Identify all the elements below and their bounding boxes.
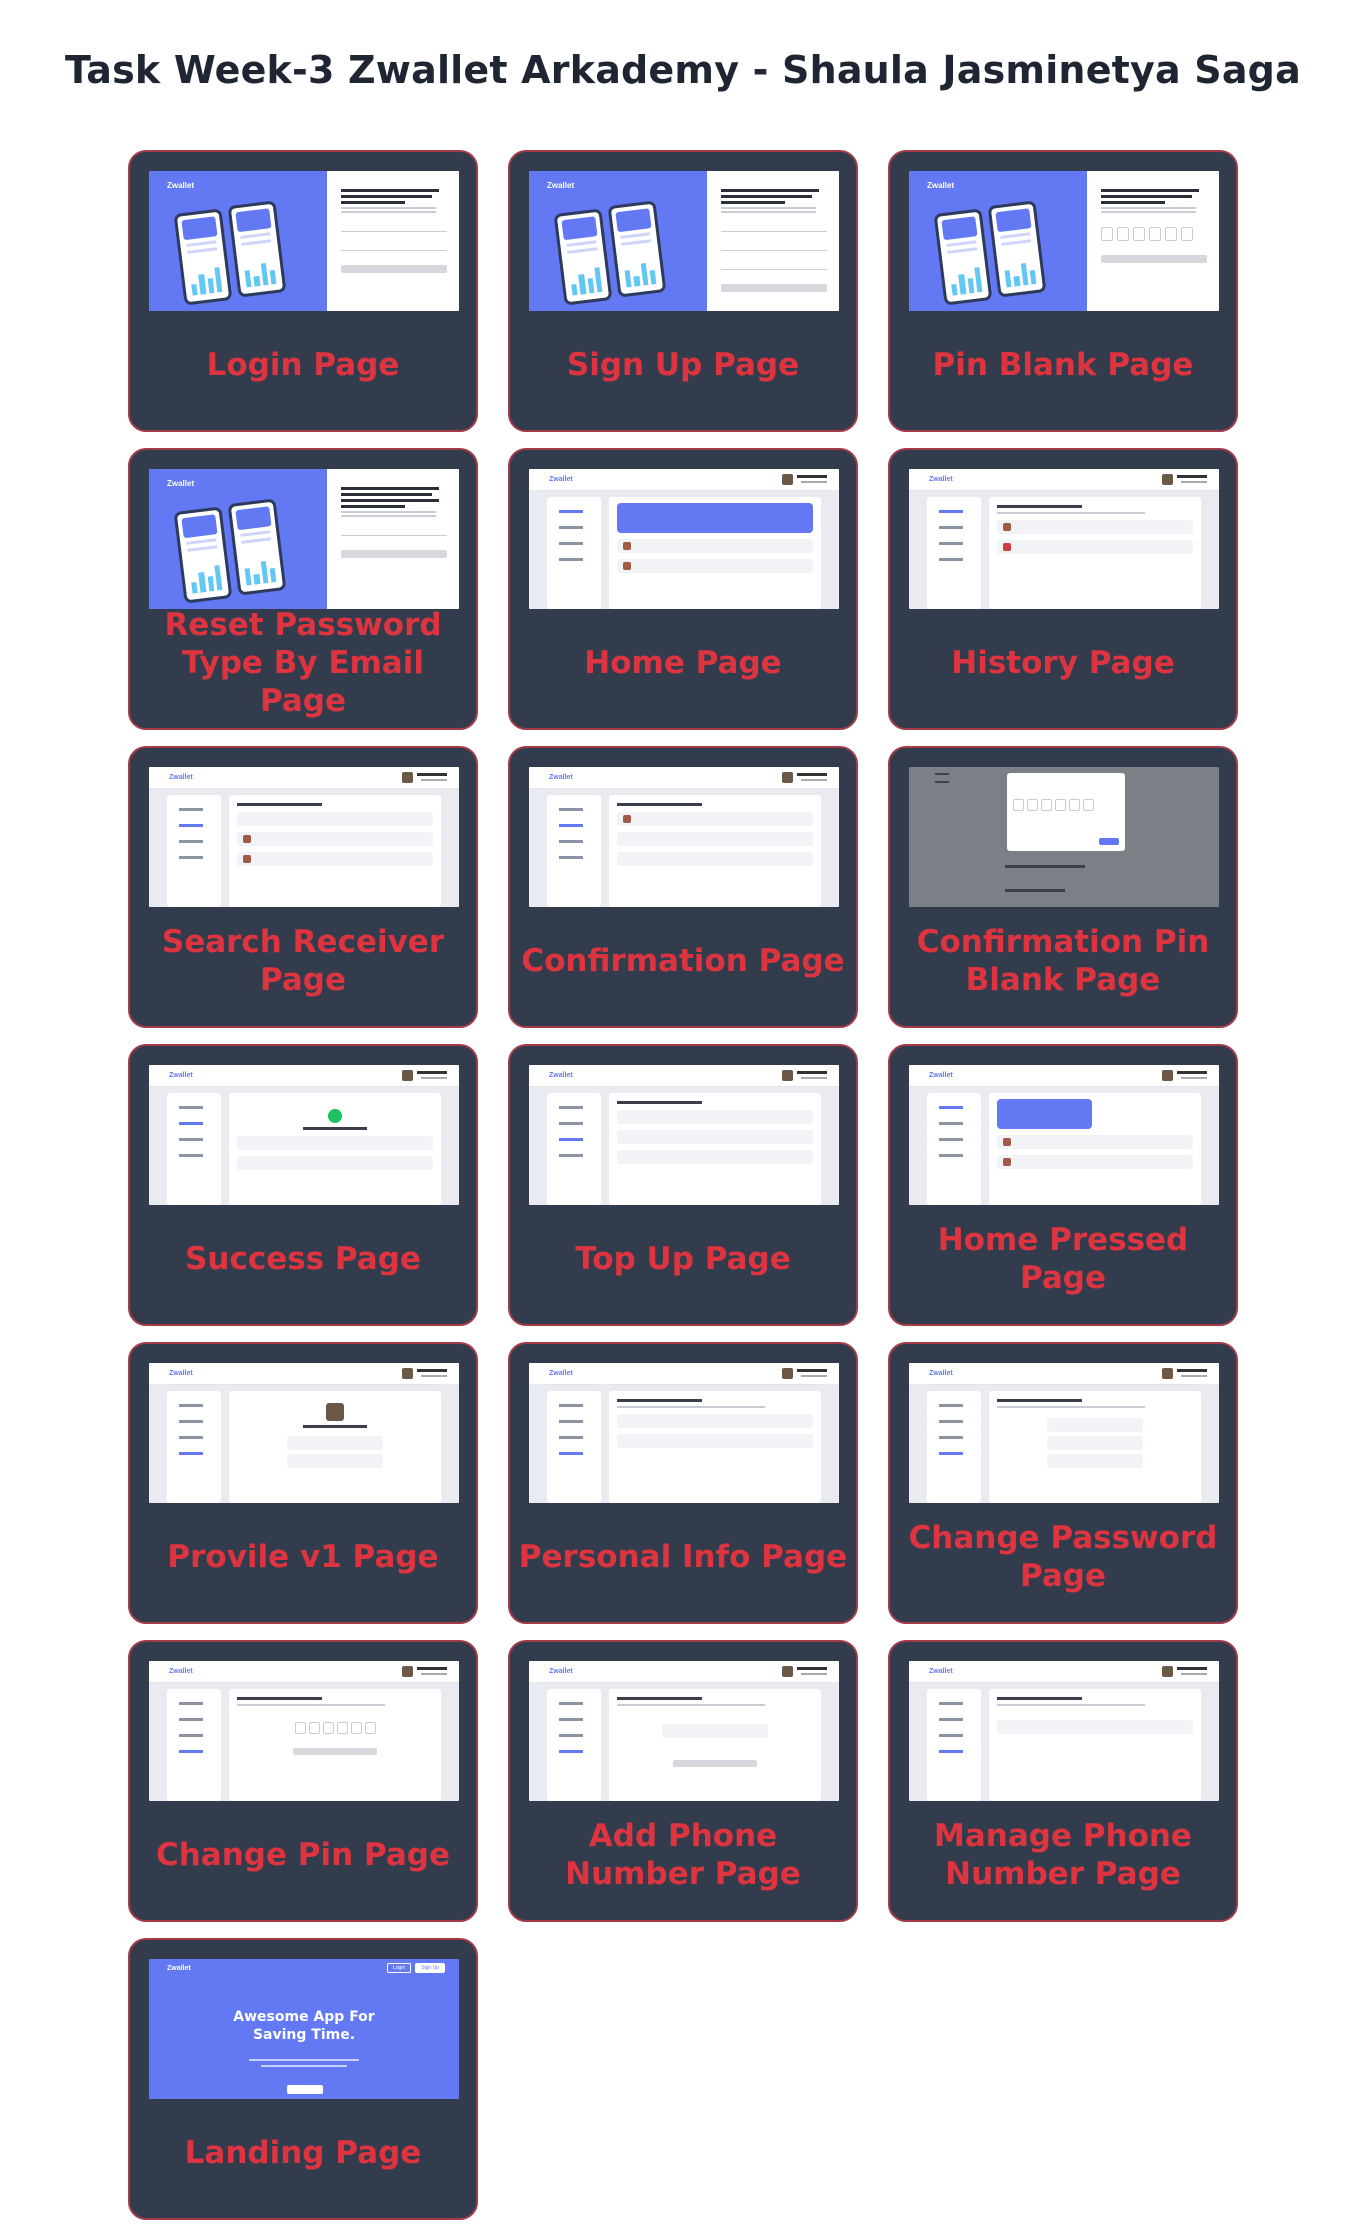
personal-info-page-thumbnail: Zwallet [529,1363,839,1503]
card-label: Home Pressed Page [937,1222,1189,1296]
card-label: Personal Info Page [518,1539,848,1576]
card-success-page[interactable]: Zwallet Success Page [128,1044,478,1326]
home-pressed-page-thumbnail: Zwallet [909,1065,1219,1205]
card-provile-v1-page[interactable]: Zwallet Provile v1 Page [128,1342,478,1624]
reset-password-page-thumbnail: Zwallet [149,469,459,609]
history-page-thumbnail: Zwallet [909,469,1219,609]
change-password-page-thumbnail: Zwallet [909,1363,1219,1503]
project-card-grid: Zwallet Login Page Zwallet Sign Up Page … [128,150,1238,2220]
success-check-icon [328,1109,342,1123]
card-personal-info-page[interactable]: Zwallet Personal Info Page [508,1342,858,1624]
card-label: Provile v1 Page [167,1539,439,1576]
card-add-phone-number-page[interactable]: Zwallet Add Phone Number Page [508,1640,858,1922]
card-reset-password-page[interactable]: Zwallet Reset Password Type By Email Pag… [128,448,478,730]
card-pin-blank-page[interactable]: Zwallet Pin Blank Page [888,150,1238,432]
card-label: Login Page [206,347,400,384]
avatar [326,1403,344,1421]
card-landing-page[interactable]: Zwallet Login Sign Up Awesome App For Savi… [128,1938,478,2220]
card-home-pressed-page[interactable]: Zwallet Home Pressed Page [888,1044,1238,1326]
card-label: Manage Phone Number Page [934,1818,1192,1892]
card-label: Search Receiver Page [161,924,445,998]
success-page-thumbnail: Zwallet [149,1065,459,1205]
home-page-thumbnail: Zwallet [529,469,839,609]
card-sign-up-page[interactable]: Zwallet Sign Up Page [508,150,858,432]
confirmation-pin-blank-page-thumbnail [909,767,1219,907]
card-manage-phone-number-page[interactable]: Zwallet Manage Phone Number Page [888,1640,1238,1922]
card-label: Sign Up Page [566,347,800,384]
top-up-page-thumbnail: Zwallet [529,1065,839,1205]
card-login-page[interactable]: Zwallet Login Page [128,150,478,432]
card-change-pin-page[interactable]: Zwallet Change Pin Page [128,1640,478,1922]
card-label: Confirmation Page [521,943,845,980]
card-label: Top Up Page [575,1241,791,1278]
card-change-password-page[interactable]: Zwallet Change Password Page [888,1342,1238,1624]
card-confirmation-page[interactable]: Zwallet Confirmation Page [508,746,858,1028]
card-home-page[interactable]: Zwallet Home Page [508,448,858,730]
landing-page-thumbnail: Zwallet Login Sign Up Awesome App For Savi… [149,1959,459,2099]
page-title: Task Week-3 Zwallet Arkademy - Shaula Ja… [65,48,1301,92]
add-phone-number-page-thumbnail: Zwallet [529,1661,839,1801]
card-label: Confirmation Pin Blank Page [916,924,1210,998]
change-pin-page-thumbnail: Zwallet [149,1661,459,1801]
confirmation-page-thumbnail: Zwallet [529,767,839,907]
search-receiver-page-thumbnail: Zwallet [149,767,459,907]
card-top-up-page[interactable]: Zwallet Top Up Page [508,1044,858,1326]
card-label: Change Password Page [908,1520,1218,1594]
pin-blank-page-thumbnail: Zwallet [909,171,1219,311]
sign-up-page-thumbnail: Zwallet [529,171,839,311]
card-confirmation-pin-blank-page[interactable]: Confirmation Pin Blank Page [888,746,1238,1028]
card-label: Add Phone Number Page [565,1818,801,1892]
card-label: Pin Blank Page [932,347,1194,384]
login-page-thumbnail: Zwallet [149,171,459,311]
card-history-page[interactable]: Zwallet History Page [888,448,1238,730]
card-label: Landing Page [184,2135,422,2172]
card-search-receiver-page[interactable]: Zwallet Search Receiver Page [128,746,478,1028]
card-label: History Page [951,645,1175,682]
provile-v1-page-thumbnail: Zwallet [149,1363,459,1503]
card-label: Success Page [185,1241,421,1278]
card-label: Reset Password Type By Email Page [164,607,442,719]
card-label: Change Pin Page [155,1837,451,1874]
manage-phone-number-page-thumbnail: Zwallet [909,1661,1219,1801]
card-label: Home Page [584,645,782,682]
